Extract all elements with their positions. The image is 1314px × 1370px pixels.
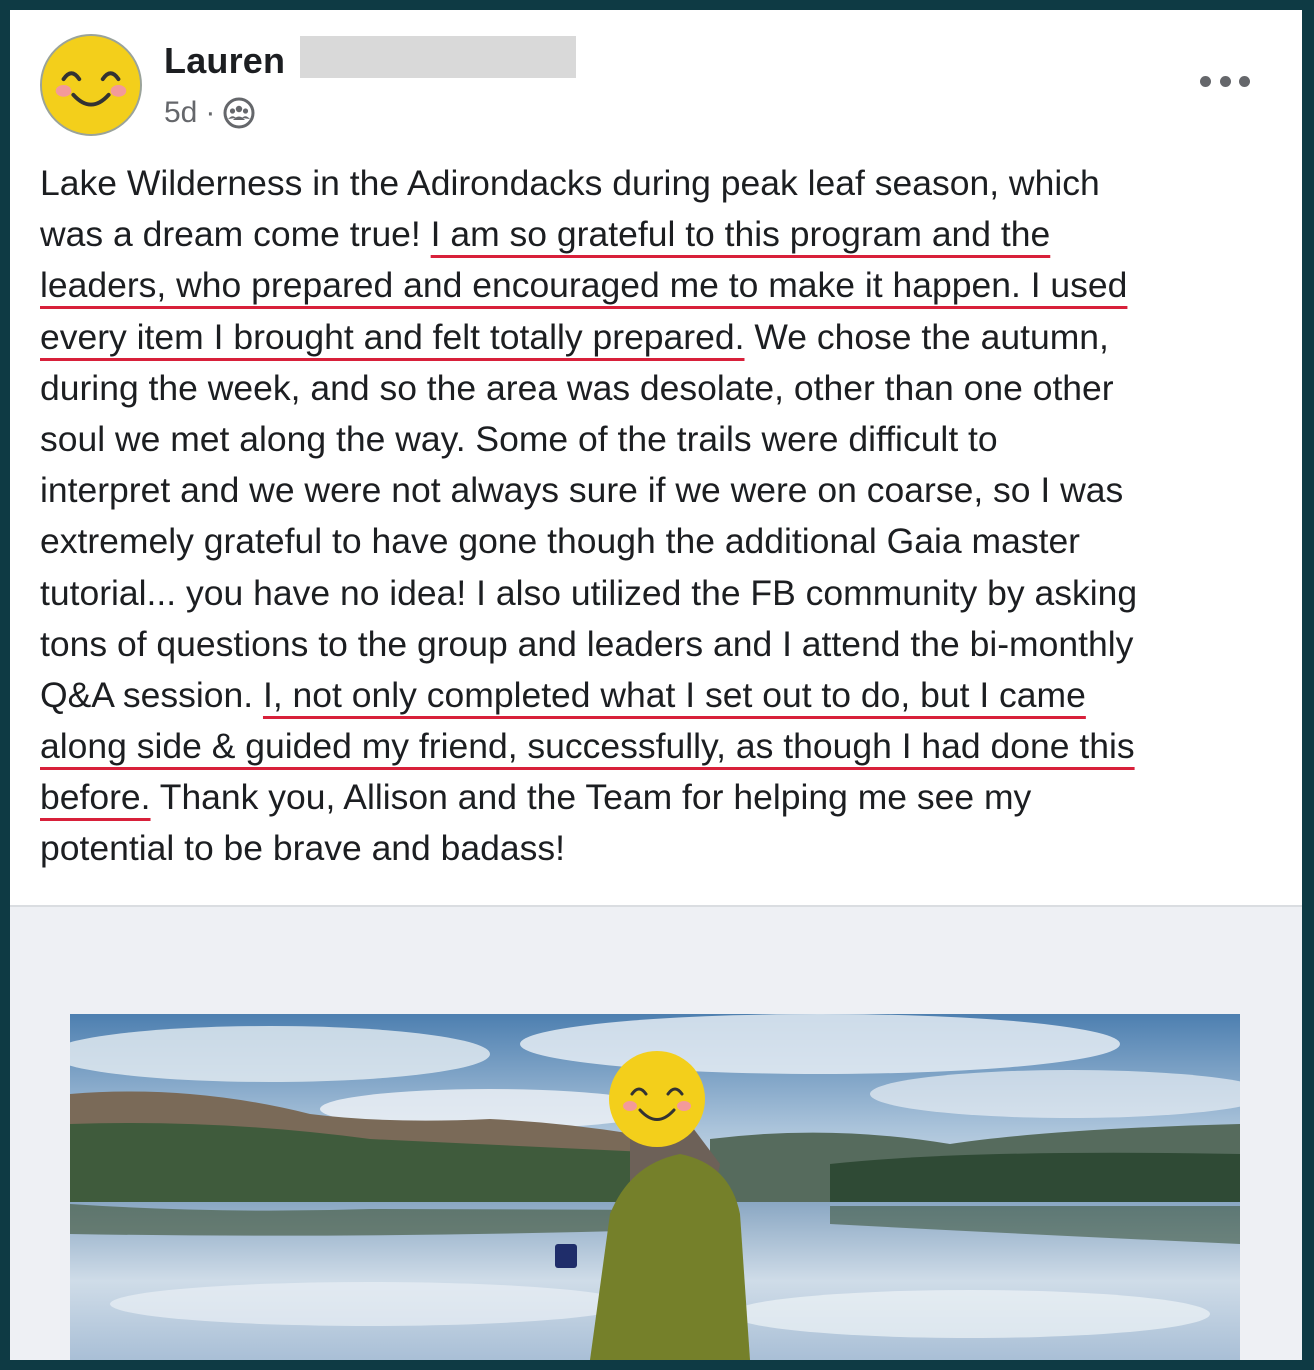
more-options-icon[interactable] bbox=[1200, 66, 1250, 96]
avatar[interactable] bbox=[40, 34, 142, 136]
post-media bbox=[10, 907, 1302, 1360]
author-name[interactable]: Lauren bbox=[164, 40, 285, 82]
post-text-line: Lake Wilderness in the Adirondacks durin… bbox=[40, 163, 1100, 203]
highlighted-text: every item I brought and felt totally pr… bbox=[40, 316, 745, 357]
post-text-line: during the week, and so the area was des… bbox=[40, 367, 1114, 408]
timestamp[interactable]: 5d bbox=[164, 96, 197, 130]
post-text-line: tons of questions to the group and leade… bbox=[40, 623, 1134, 664]
group-icon[interactable] bbox=[223, 97, 255, 129]
highlighted-text: I am so grateful to this program and the bbox=[430, 214, 1051, 255]
meta-separator: · bbox=[205, 96, 216, 129]
post-card: Lauren 5d · Lake Wilderness in the Adiro… bbox=[10, 10, 1302, 1360]
post-text-line: Q&A session. I, not only completed what … bbox=[40, 674, 1086, 715]
name-redaction bbox=[300, 36, 576, 78]
post-text-line: potential to be brave and badass! bbox=[40, 828, 565, 869]
highlighted-text: I, not only completed what I set out to … bbox=[262, 674, 1086, 715]
highlighted-text: along side & guided my friend, successfu… bbox=[40, 726, 1135, 767]
post-photo[interactable] bbox=[70, 1014, 1240, 1360]
post-text-line: was a dream come true! I am so grateful … bbox=[40, 214, 1051, 255]
highlighted-text: leaders, who prepared and encouraged me … bbox=[40, 265, 1128, 306]
post-text-line: along side & guided my friend, successfu… bbox=[40, 721, 1290, 772]
smiley-face-icon bbox=[42, 36, 140, 134]
post-text-line: before. Thank you, Allison and the Team … bbox=[40, 777, 1032, 818]
post-text-line: extremely grateful to have gone though t… bbox=[40, 521, 1081, 562]
post-header: Lauren 5d · bbox=[10, 10, 1302, 150]
highlighted-text: before. bbox=[40, 777, 151, 818]
post-text-line: tutorial... you have no idea! I also uti… bbox=[40, 572, 1138, 613]
post-meta: 5d · bbox=[164, 96, 255, 130]
post-body: Lake Wilderness in the Adirondacks durin… bbox=[40, 158, 1290, 875]
post-text-line: soul we met along the way. Some of the t… bbox=[40, 418, 998, 459]
post-text-line: leaders, who prepared and encouraged me … bbox=[40, 260, 1290, 311]
post-text-line: interpret and we were not always sure if… bbox=[40, 470, 1124, 511]
post-text-line: every item I brought and felt totally pr… bbox=[40, 316, 1109, 357]
